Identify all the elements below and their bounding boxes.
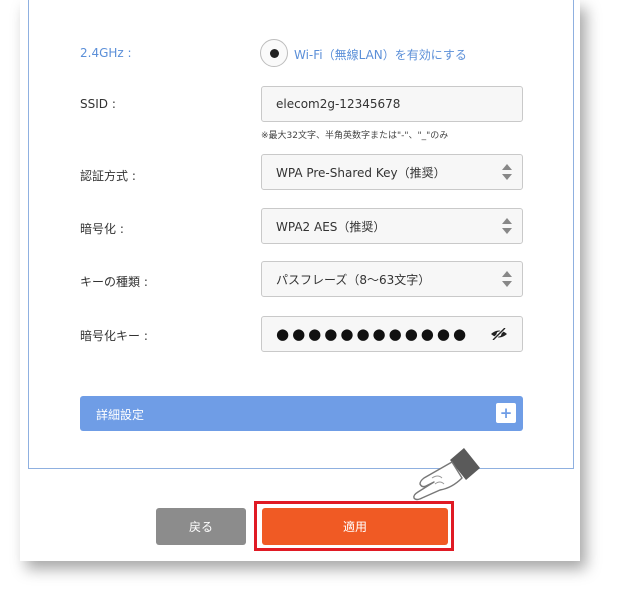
auth-value: WPA Pre-Shared Key（推奨） <box>276 165 446 180</box>
radio-selected-dot <box>269 48 279 58</box>
ssid-input[interactable]: elecom2g-12345678 <box>261 86 523 122</box>
advanced-settings-bar[interactable]: 詳細設定 + <box>80 396 523 431</box>
enc-select[interactable]: WPA2 AES（推奨） <box>261 208 523 244</box>
auth-label: 認証方式 : <box>80 169 136 183</box>
ssid-value: elecom2g-12345678 <box>276 97 401 111</box>
key-value: ●●●●●●●●●●●● <box>276 325 470 343</box>
keytype-label: キーの種類 : <box>80 275 148 289</box>
band-label: 2.4GHz : <box>80 46 132 60</box>
expand-plus-icon[interactable]: + <box>496 403 516 423</box>
pointing-hand-icon <box>413 448 480 501</box>
apply-button[interactable]: 適用 <box>262 508 448 545</box>
ssid-hint: ※最大32文字、半角英数字または"-"、"_"のみ <box>261 131 449 141</box>
eye-hidden-icon[interactable] <box>490 328 508 340</box>
wifi-enable-radio[interactable] <box>260 39 288 67</box>
back-button[interactable]: 戻る <box>156 508 246 545</box>
advanced-settings-label: 詳細設定 <box>96 408 145 422</box>
keytype-select[interactable]: パスフレーズ（8～63文字） <box>261 261 523 297</box>
wifi-enable-label[interactable]: Wi-Fi（無線LAN）を有効にする <box>294 46 467 63</box>
ssid-label: SSID : <box>80 97 116 111</box>
auth-select[interactable]: WPA Pre-Shared Key（推奨） <box>261 154 523 190</box>
select-arrows-icon <box>502 217 512 235</box>
select-arrows-icon <box>502 163 512 181</box>
select-arrows-icon <box>502 270 512 288</box>
key-label: 暗号化キー : <box>80 329 148 343</box>
key-input[interactable]: ●●●●●●●●●●●● <box>261 316 523 352</box>
enc-label: 暗号化 : <box>80 222 124 236</box>
enc-value: WPA2 AES（推奨） <box>276 219 386 234</box>
keytype-value: パスフレーズ（8～63文字） <box>276 272 431 287</box>
